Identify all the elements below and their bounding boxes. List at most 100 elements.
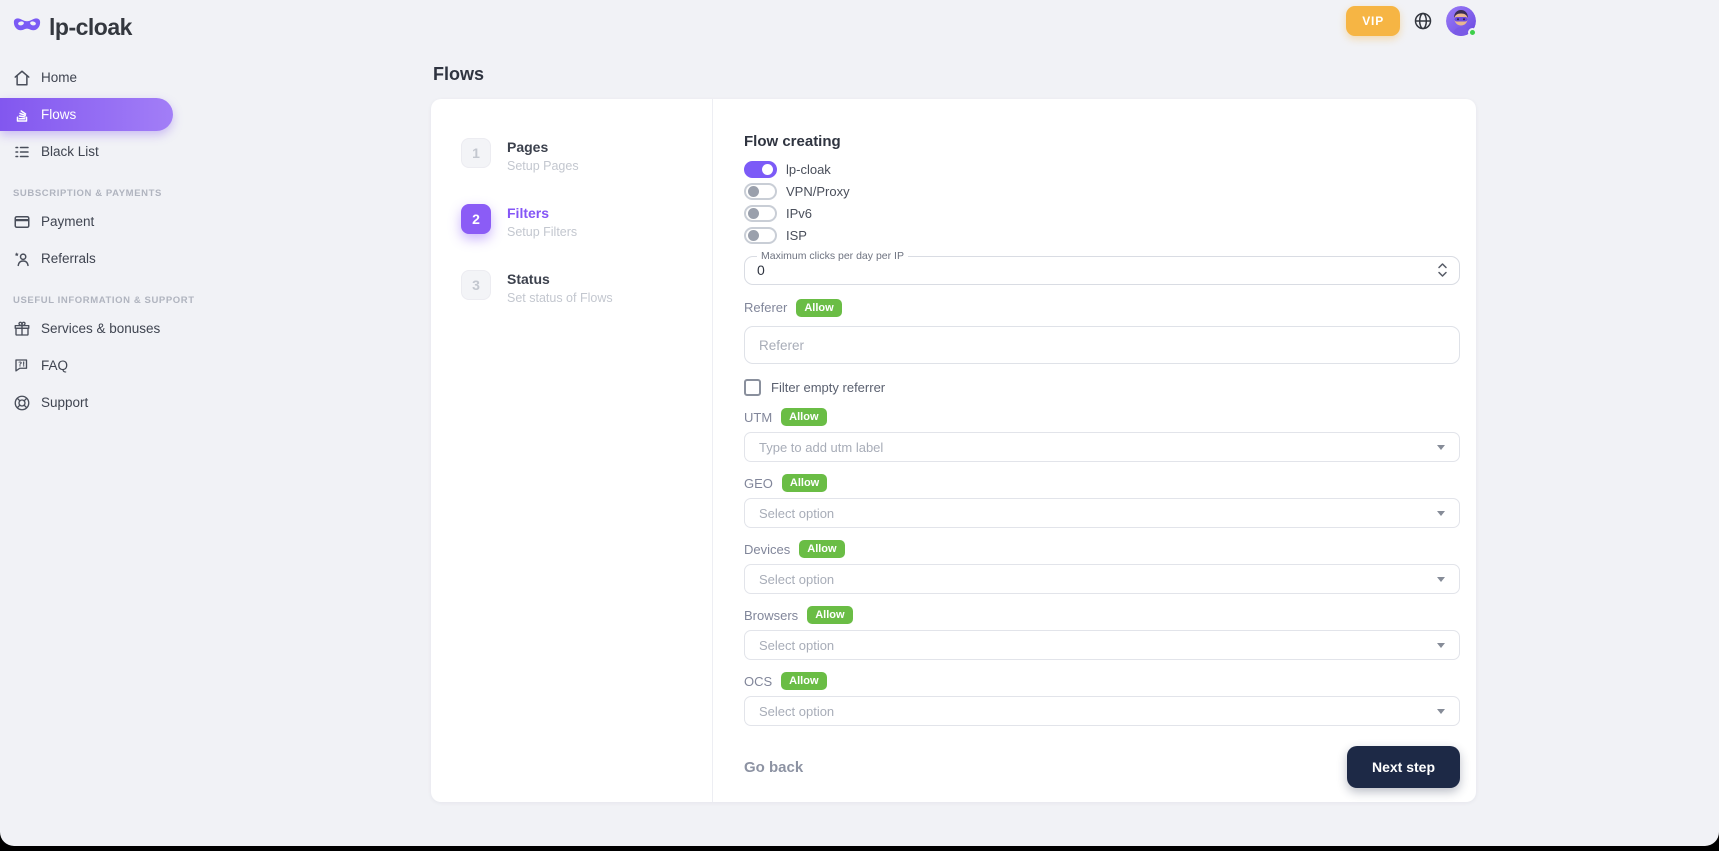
sidebar-item-support[interactable]: Support — [0, 386, 173, 419]
page-title: Flows — [431, 56, 1476, 99]
sidebar-item-label: Support — [41, 395, 88, 410]
max-clicks-label: Maximum clicks per day per IP — [757, 250, 908, 262]
vpn-proxy-toggle[interactable] — [744, 183, 777, 200]
sidebar-item-faq[interactable]: ?! FAQ — [0, 349, 173, 382]
sidebar-item-flows[interactable]: Flows — [0, 98, 173, 131]
list-icon — [13, 143, 31, 161]
toggle-row-isp: ISP — [744, 226, 1460, 244]
lifebuoy-icon — [13, 394, 31, 412]
step-subtitle: Setup Filters — [507, 225, 577, 239]
sidebar-item-label: Services & bonuses — [41, 321, 160, 336]
app-window: lp-cloak Home Flows Black List — [0, 0, 1719, 846]
step-number: 1 — [461, 138, 491, 168]
mask-icon — [12, 15, 42, 40]
toggle-label: ISP — [786, 228, 807, 243]
sidebar-item-label: Black List — [41, 144, 99, 159]
topbar: VIP — [1346, 6, 1476, 36]
sidebar-item-label: Payment — [41, 214, 94, 229]
svg-text:?!: ?! — [18, 360, 25, 368]
step-subtitle: Set status of Flows — [507, 291, 613, 305]
credit-card-icon — [13, 213, 31, 231]
sidebar-item-label: Home — [41, 70, 77, 85]
step-title: Pages — [507, 138, 579, 155]
browsers-label-row: Browsers Allow — [744, 606, 1460, 624]
globe-icon[interactable] — [1413, 11, 1433, 31]
browsers-select[interactable]: Select option — [744, 630, 1460, 660]
chevron-down-icon — [1437, 709, 1445, 714]
utm-select[interactable]: Type to add utm label — [744, 432, 1460, 462]
step-title: Filters — [507, 204, 577, 221]
step-number: 2 — [461, 204, 491, 234]
referer-label-row: Referer Allow — [744, 298, 1460, 317]
step-title: Status — [507, 270, 613, 287]
main-content: Flows 1 Pages Setup Pages 2 Filters Setu… — [431, 56, 1476, 802]
select-placeholder: Select option — [759, 704, 1437, 719]
toggle-label: VPN/Proxy — [786, 184, 850, 199]
geo-label-row: GEO Allow — [744, 474, 1460, 492]
ipv6-toggle[interactable] — [744, 205, 777, 222]
chevron-down-icon — [1437, 643, 1445, 648]
sidebar-item-label: Flows — [41, 107, 76, 122]
select-placeholder: Select option — [759, 572, 1437, 587]
browsers-allow-badge[interactable]: Allow — [807, 606, 852, 624]
step-number: 3 — [461, 270, 491, 300]
number-stepper[interactable] — [1435, 262, 1449, 278]
max-clicks-input[interactable] — [757, 262, 1435, 278]
toggle-row-vpn-proxy: VPN/Proxy — [744, 182, 1460, 200]
flows-icon — [13, 106, 31, 124]
sidebar-item-black-list[interactable]: Black List — [0, 135, 173, 168]
step-filters[interactable]: 2 Filters Setup Filters — [461, 204, 712, 239]
devices-allow-badge[interactable]: Allow — [799, 540, 844, 558]
sidebar-item-home[interactable]: Home — [0, 61, 173, 94]
avatar[interactable] — [1446, 6, 1476, 36]
flow-creating-form: Flow creating lp-cloak VPN/Proxy IPv6 IS… — [713, 99, 1476, 802]
step-pages[interactable]: 1 Pages Setup Pages — [461, 138, 712, 173]
referer-input[interactable] — [744, 326, 1460, 364]
sidebar-item-label: FAQ — [41, 358, 68, 373]
utm-allow-badge[interactable]: Allow — [781, 408, 826, 426]
devices-label-row: Devices Allow — [744, 540, 1460, 558]
sidebar-section-header: USEFUL INFORMATION & SUPPORT — [13, 295, 173, 306]
toggle-row-lp-cloak: lp-cloak — [744, 160, 1460, 178]
devices-select[interactable]: Select option — [744, 564, 1460, 594]
referrals-icon — [13, 250, 31, 268]
next-step-button[interactable]: Next step — [1347, 746, 1460, 788]
devices-label: Devices — [744, 542, 790, 557]
geo-allow-badge[interactable]: Allow — [782, 474, 827, 492]
chevron-down-icon — [1437, 577, 1445, 582]
checkbox-label: Filter empty referrer — [771, 380, 885, 395]
go-back-button[interactable]: Go back — [744, 759, 803, 776]
faq-icon: ?! — [13, 357, 31, 375]
vip-button[interactable]: VIP — [1346, 6, 1400, 36]
gift-icon — [13, 320, 31, 338]
ocs-label: OCS — [744, 674, 772, 689]
select-placeholder: Select option — [759, 638, 1437, 653]
geo-select[interactable]: Select option — [744, 498, 1460, 528]
toggle-label: IPv6 — [786, 206, 812, 221]
sidebar-item-services-bonuses[interactable]: Services & bonuses — [0, 312, 173, 345]
brand-name: lp-cloak — [49, 14, 132, 41]
home-icon — [13, 69, 31, 87]
step-subtitle: Setup Pages — [507, 159, 579, 173]
filter-empty-referrer-row: Filter empty referrer — [744, 379, 1460, 396]
online-status-dot — [1468, 28, 1477, 37]
sidebar-item-referrals[interactable]: Referrals — [0, 242, 173, 275]
ocs-allow-badge[interactable]: Allow — [781, 672, 826, 690]
filter-empty-referrer-checkbox[interactable] — [744, 379, 761, 396]
brand-logo[interactable]: lp-cloak — [0, 0, 173, 51]
referer-allow-badge[interactable]: Allow — [796, 299, 841, 317]
toggle-row-ipv6: IPv6 — [744, 204, 1460, 222]
select-placeholder: Type to add utm label — [759, 440, 1437, 455]
ocs-select[interactable]: Select option — [744, 696, 1460, 726]
sidebar-item-label: Referrals — [41, 251, 96, 266]
utm-label: UTM — [744, 410, 772, 425]
ocs-label-row: OCS Allow — [744, 672, 1460, 690]
referer-label: Referer — [744, 300, 787, 315]
step-status[interactable]: 3 Status Set status of Flows — [461, 270, 712, 305]
sidebar-nav: Home Flows Black List SUBSCRIPTION & PAY… — [0, 51, 173, 419]
isp-toggle[interactable] — [744, 227, 777, 244]
lp-cloak-toggle[interactable] — [744, 161, 777, 178]
sidebar-item-payment[interactable]: Payment — [0, 205, 173, 238]
utm-label-row: UTM Allow — [744, 408, 1460, 426]
browsers-label: Browsers — [744, 608, 798, 623]
